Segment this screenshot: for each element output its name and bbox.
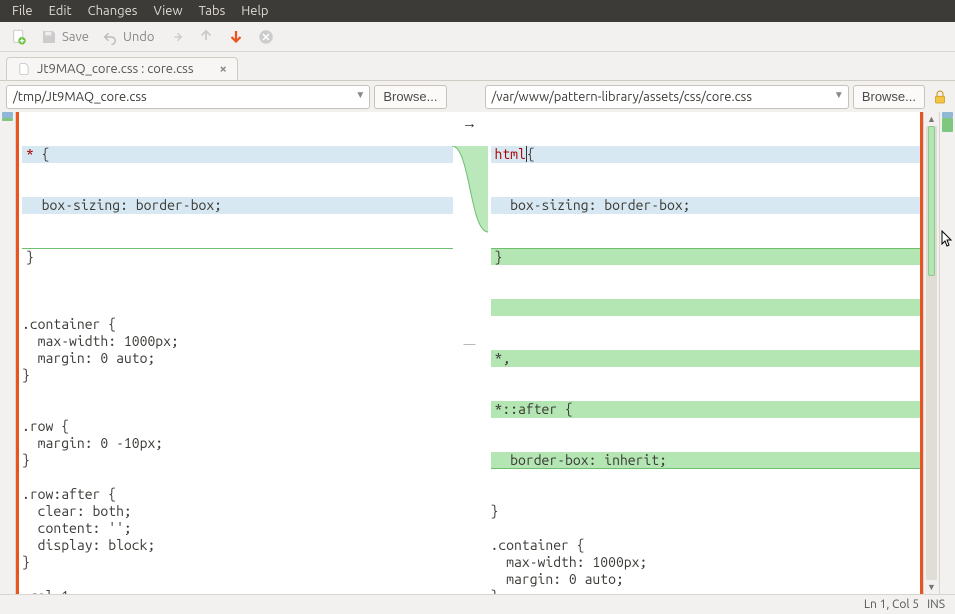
cursor-position: Ln 1, Col 5 — [864, 598, 919, 611]
menubar: File Edit Changes View Tabs Help — [0, 0, 955, 22]
left-path-text: /tmp/Jt9MAQ_core.css — [13, 90, 147, 104]
new-button[interactable] — [6, 25, 32, 49]
right-line: box-sizing: border-box; — [491, 197, 924, 214]
right-line — [491, 299, 924, 316]
right-line: border-box: inherit; — [491, 452, 924, 469]
toolbar: Save Undo — [0, 22, 955, 52]
browse-left-button[interactable]: Browse... — [374, 85, 446, 109]
right-line: *, — [491, 350, 924, 367]
save-button[interactable]: Save — [36, 25, 93, 49]
right-line: } — [491, 248, 924, 265]
mouse-cursor — [941, 230, 953, 248]
undo-label: Undo — [123, 30, 155, 44]
left-line: * { — [22, 146, 453, 163]
vertical-scrollbar[interactable]: ▲ ▼ — [923, 112, 939, 594]
right-line: html{ — [491, 146, 924, 163]
right-path-group: /var/www/pattern-library/assets/css/core… — [485, 85, 926, 109]
left-overview[interactable] — [0, 112, 16, 594]
menu-view[interactable]: View — [145, 1, 190, 21]
left-path-group: /tmp/Jt9MAQ_core.css ▼ Browse... — [6, 85, 447, 109]
insert-mode: INS — [927, 598, 945, 611]
chevron-down-icon[interactable]: ▼ — [355, 89, 365, 101]
right-path-text: /var/www/pattern-library/assets/css/core… — [492, 90, 752, 104]
left-path-input[interactable]: /tmp/Jt9MAQ_core.css ▼ — [6, 85, 370, 109]
save-label: Save — [62, 30, 89, 44]
menu-edit[interactable]: Edit — [41, 1, 80, 21]
next-change-button[interactable] — [223, 25, 249, 49]
right-code-body: } .container { max-width: 1000px; margin… — [491, 503, 924, 594]
tabstrip: Jt9MAQ_core.css : core.css × — [0, 52, 955, 80]
menu-changes[interactable]: Changes — [80, 1, 146, 21]
menu-file[interactable]: File — [4, 1, 41, 21]
close-icon[interactable]: × — [219, 62, 226, 76]
tab-file[interactable]: Jt9MAQ_core.css : core.css × — [6, 57, 238, 80]
scroll-thumb[interactable] — [928, 126, 935, 276]
menu-help[interactable]: Help — [233, 1, 276, 21]
redo-button — [163, 25, 189, 49]
left-line: box-sizing: border-box; — [22, 197, 453, 214]
left-pane: * { box-sizing: border-box; } .container… — [16, 112, 453, 594]
right-line: *::after { — [491, 401, 924, 418]
scroll-down-icon[interactable]: ▼ — [925, 580, 938, 594]
right-pane: ← ← html{ box-sizing: border-box; } *, *… — [487, 112, 924, 594]
left-code-body: .container { max-width: 1000px; margin: … — [22, 299, 453, 594]
pathbar: /tmp/Jt9MAQ_core.css ▼ Browse... /var/ww… — [0, 80, 955, 112]
collapsed-indicator: — — [464, 338, 476, 351]
left-line: } — [22, 248, 453, 265]
stop-button — [253, 25, 279, 49]
chevron-down-icon[interactable]: ▼ — [834, 89, 844, 101]
push-right-icon[interactable]: → — [462, 114, 477, 131]
diff-gutter: → — — [453, 112, 487, 594]
undo-button[interactable]: Undo — [97, 25, 159, 49]
menu-tabs[interactable]: Tabs — [191, 1, 234, 21]
prev-change-button — [193, 25, 219, 49]
lock-icon[interactable] — [931, 88, 949, 106]
link-swoop — [452, 146, 488, 236]
scroll-up-icon[interactable]: ▲ — [925, 112, 938, 126]
statusbar: Ln 1, Col 5 INS — [0, 594, 955, 614]
right-path-input[interactable]: /var/www/pattern-library/assets/css/core… — [485, 85, 849, 109]
right-overview[interactable] — [939, 112, 955, 594]
browse-right-button[interactable]: Browse... — [853, 85, 925, 109]
document-icon — [17, 62, 31, 76]
tab-label: Jt9MAQ_core.css : core.css — [37, 62, 193, 76]
diff-area: * { box-sizing: border-box; } .container… — [0, 112, 955, 594]
